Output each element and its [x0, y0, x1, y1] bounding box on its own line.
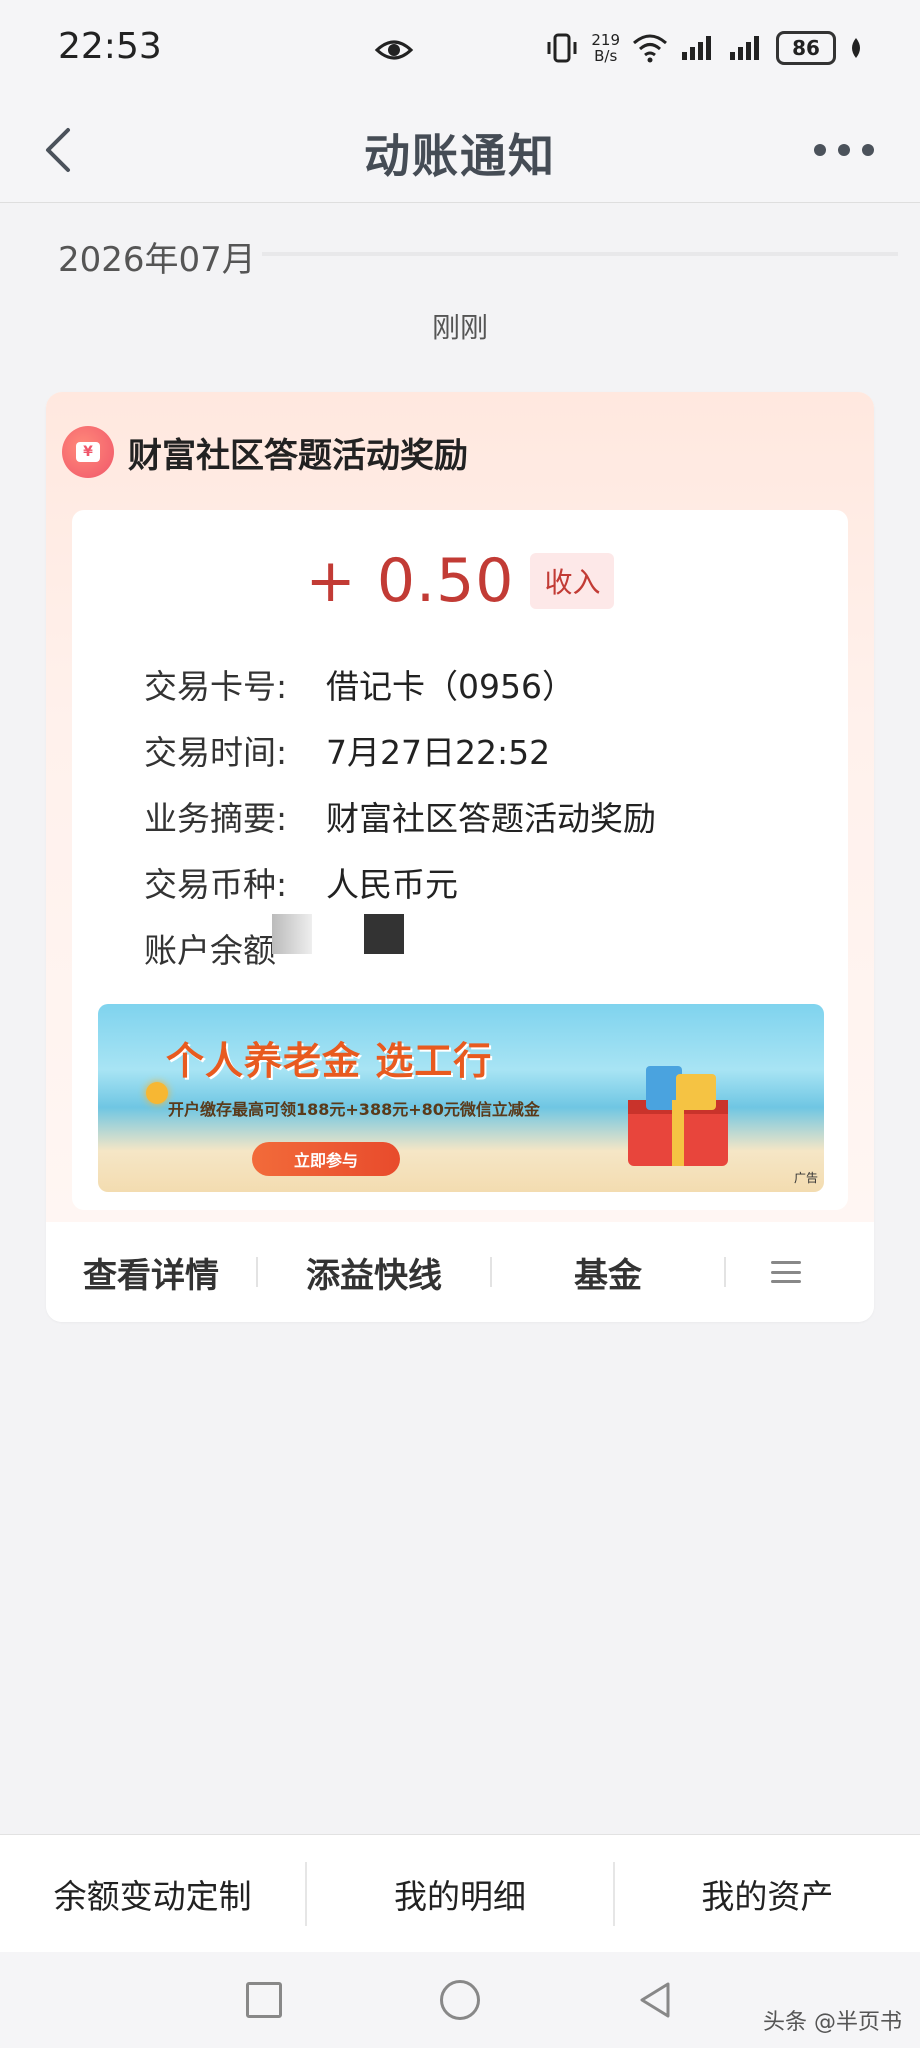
detail-label: 交易时间: [144, 733, 288, 772]
time-label: 刚刚 [431, 311, 488, 344]
detail-value: 借记卡（0956） [326, 667, 575, 706]
vibrate-icon [547, 33, 577, 63]
signal-icon [730, 36, 759, 60]
notification-card[interactable]: ¥ 财富社区答题活动奖励 + 0.50 收入 交易卡号: 借记卡（0956） 交… [46, 392, 874, 1322]
menu-icon[interactable] [771, 1261, 801, 1283]
ad-subtext: 开户缴存最高可领188元+388元+80元微信立减金 [168, 1100, 540, 1119]
ad-tag: 广告 [793, 1171, 818, 1185]
income-badge: 收入 [530, 553, 615, 609]
detail-row: 交易时间: 7月27日22:52 [144, 726, 550, 774]
amount-row: + 0.50 收入 [72, 546, 848, 616]
amount: + 0.50 [305, 546, 515, 616]
view-details-button[interactable]: 查看详情 [46, 1248, 256, 1297]
ad-cta-button[interactable]: 立即参与 [252, 1142, 400, 1176]
divider [262, 252, 898, 256]
net-speed-value: 219 [591, 31, 620, 49]
yuan-tag-icon: ¥ [62, 426, 114, 478]
status-time: 22:53 [58, 26, 162, 67]
card-title: 财富社区答题活动奖励 [128, 436, 468, 476]
sun-icon [146, 1082, 168, 1104]
detail-label: 交易卡号: [144, 667, 288, 706]
tab-my-details[interactable]: 我的明细 [307, 1870, 612, 1918]
detail-row: 业务摘要: 财富社区答题活动奖励 [144, 792, 656, 840]
gift-box-icon [628, 1066, 728, 1166]
status-bar: 22:53 219 B/s 86 [0, 0, 920, 98]
net-speed: 219 B/s [591, 32, 620, 64]
month-header: 2026年07月 [58, 240, 256, 280]
menu-button[interactable] [726, 1261, 846, 1283]
card-header-bg: ¥ 财富社区答题活动奖励 + 0.50 收入 交易卡号: 借记卡（0956） 交… [46, 392, 874, 1222]
signal-icon [682, 36, 711, 60]
bottom-tab-bar: 余额变动定制 我的明细 我的资产 [0, 1834, 920, 1953]
tab-balance-alert-custom[interactable]: 余额变动定制 [0, 1870, 305, 1918]
more-dots-icon[interactable] [814, 138, 874, 162]
card-body: + 0.50 收入 交易卡号: 借记卡（0956） 交易时间: 7月27日22:… [72, 510, 848, 1210]
detail-value: 7月27日22:52 [326, 733, 551, 772]
detail-label: 交易币种: [144, 865, 288, 904]
ad-banner[interactable]: 个人养老金 选工行 开户缴存最高可领188元+388元+80元微信立减金 立即参… [98, 1004, 824, 1192]
watermark: 头条 @半页书 [763, 2010, 902, 2035]
tab-my-assets[interactable]: 我的资产 [615, 1870, 920, 1918]
detail-row: 交易卡号: 借记卡（0956） [144, 660, 575, 708]
page-title: 动账通知 [364, 129, 556, 183]
redaction-blur [272, 914, 312, 954]
battery-icon: 86 [776, 31, 836, 65]
net-speed-unit: B/s [594, 47, 618, 65]
status-icons: 219 B/s 86 [545, 26, 864, 70]
tianyi-kuaixian-button[interactable]: 添益快线 [258, 1248, 490, 1297]
leaf-icon [852, 38, 860, 58]
detail-value: 人民币元 [326, 865, 458, 904]
home-icon[interactable] [440, 1980, 480, 2020]
detail-label: 业务摘要: [144, 799, 288, 838]
card-action-bar: 查看详情 添益快线 基金 [46, 1222, 874, 1322]
ad-headline: 个人养老金 选工行 [166, 1039, 493, 1083]
back-triangle-icon[interactable] [636, 1980, 676, 2020]
fund-button[interactable]: 基金 [492, 1248, 724, 1297]
wifi-icon [633, 34, 667, 63]
detail-value: 财富社区答题活动奖励 [326, 799, 656, 838]
detail-row: 交易币种: 人民币元 [144, 858, 458, 906]
recent-apps-icon[interactable] [246, 1982, 282, 2018]
eye-icon [374, 40, 414, 60]
nav-bar: 动账通知 [0, 98, 920, 203]
redaction-block [364, 914, 404, 954]
